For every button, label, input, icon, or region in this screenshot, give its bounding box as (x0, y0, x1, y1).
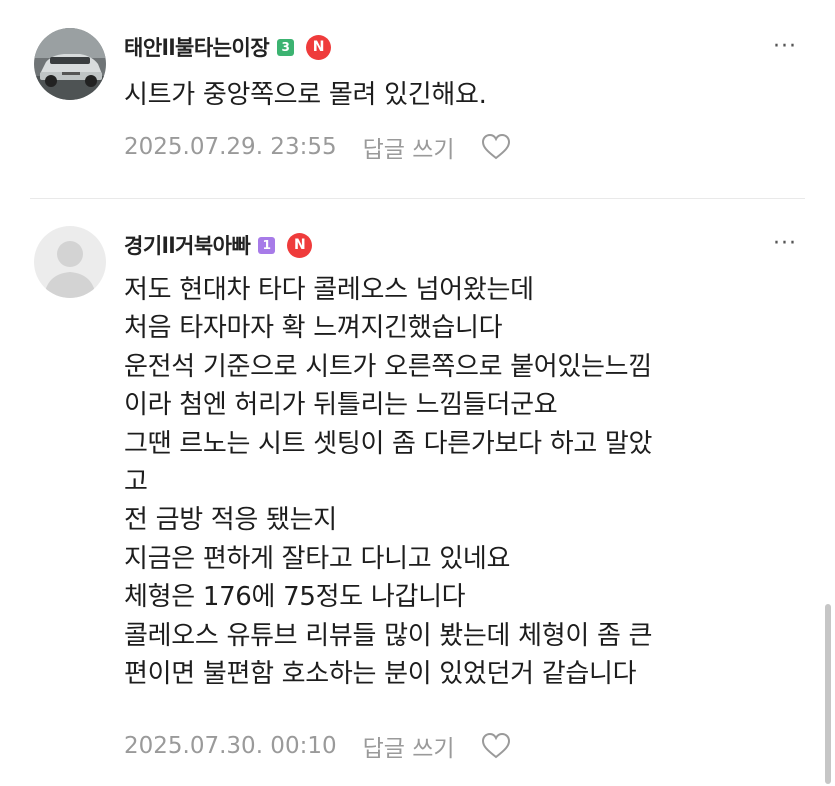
author-nickname[interactable]: 경기ll거북아빠 (124, 230, 251, 260)
car-photo-avatar-icon (34, 28, 106, 100)
comment-text: 저도 현대차 타다 콜레오스 넘어왔는데 처음 타자마자 확 느껴지긴했습니다 … (124, 275, 653, 690)
reply-button[interactable]: 답글 쓰기 (363, 130, 455, 164)
avatar[interactable] (34, 28, 106, 100)
comment-item: 태안ll불타는이장 3 N ··· 시트가 중앙쪽으로 몰려 있긴해요. 202… (0, 0, 835, 198)
comment-date: 2025.07.30. 00:10 (124, 733, 337, 759)
more-options-button[interactable]: ··· (773, 231, 797, 256)
author-nickname[interactable]: 태안ll불타는이장 (124, 32, 270, 62)
new-badge: N (306, 34, 332, 60)
scrollbar[interactable] (825, 604, 831, 784)
comment-text: 시트가 중앙쪽으로 몰려 있긴해요. (124, 80, 487, 110)
member-level-badge: 1 (258, 236, 276, 254)
comment-header: 경기ll거북아빠 1 N (124, 230, 313, 260)
reply-button[interactable]: 답글 쓰기 (363, 729, 455, 763)
comment-header: 태안ll불타는이장 3 N (124, 32, 332, 62)
comment-meta: 2025.07.30. 00:10 답글 쓰기 (124, 729, 511, 763)
comment-date: 2025.07.29. 23:55 (124, 134, 337, 160)
heart-icon[interactable] (481, 133, 511, 161)
more-options-button[interactable]: ··· (773, 34, 797, 59)
comment-meta: 2025.07.29. 23:55 답글 쓰기 (124, 130, 511, 164)
member-level-badge: 3 (277, 38, 295, 56)
heart-icon[interactable] (481, 732, 511, 760)
new-badge: N (287, 232, 313, 258)
person-silhouette-icon (34, 226, 106, 298)
comment-item: 경기ll거북아빠 1 N ··· 저도 현대차 타다 콜레오스 넘어왔는데 처음… (0, 199, 835, 786)
avatar[interactable] (34, 226, 106, 298)
